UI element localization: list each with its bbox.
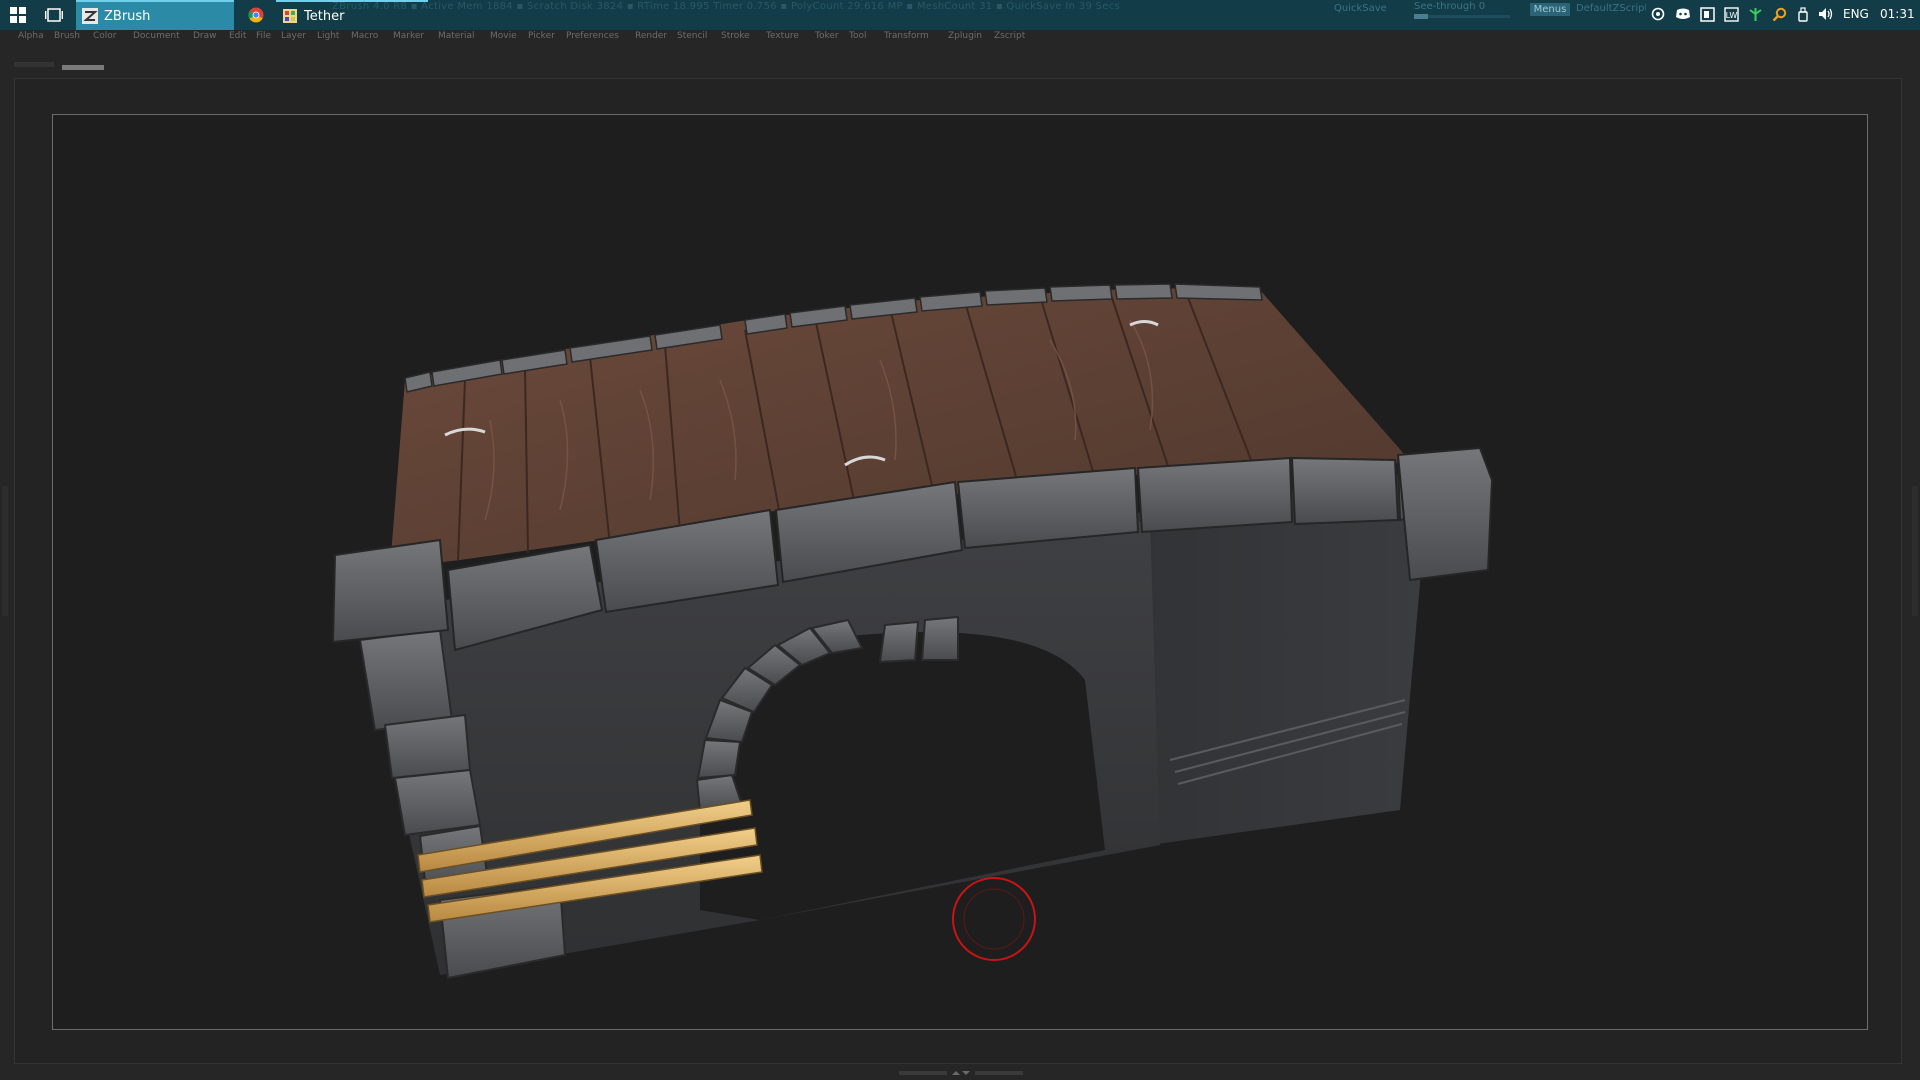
brush-cursor xyxy=(952,877,1036,961)
viewport-3d-model[interactable] xyxy=(0,0,1920,1080)
